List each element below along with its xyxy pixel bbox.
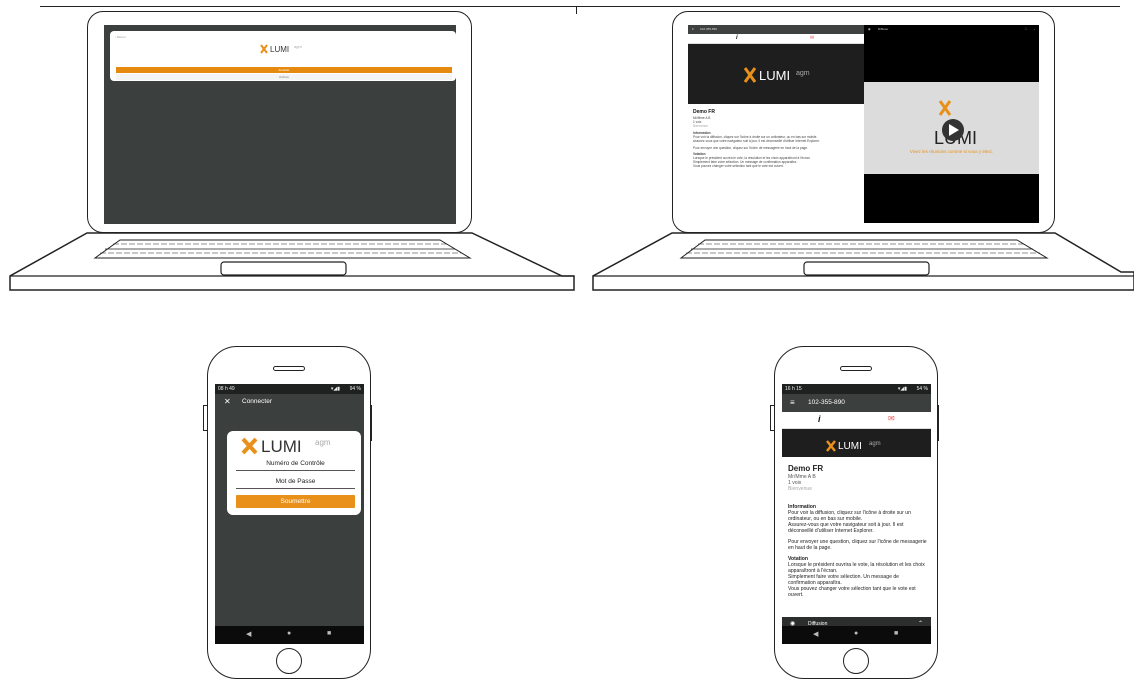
signal-icon: ▾◢▮ — [330, 386, 340, 392]
meeting-title: Demo FR — [788, 464, 824, 473]
phone-screen: 16 h 15 54 % ▾◢▮ ≡ 102-355-890 i ✉ LUMI … — [782, 384, 931, 644]
home-nav-icon[interactable]: ● — [854, 630, 858, 637]
status-bar: 08 h 49 94 % ▾◢▮ — [215, 384, 364, 394]
control-number-field[interactable]: Numéro de Contrôle — [236, 460, 355, 467]
info-icon[interactable]: i — [818, 414, 821, 424]
back-nav-icon[interactable]: ◀ — [813, 630, 818, 638]
password-field[interactable]: Mot de Passe — [236, 478, 355, 485]
home-nav-icon[interactable]: ● — [287, 630, 291, 637]
status-bar: 16 h 15 54 % ▾◢▮ — [782, 384, 931, 394]
lumi-banner: LUMI agm — [782, 429, 931, 457]
vote-text-3: Vous pouvez changer votre sélection tant… — [788, 586, 916, 598]
app-bar: ✕ Connecter — [215, 394, 364, 410]
meeting-info: Demo FR Mr/Mme A B 1 voix Bienvenue Info… — [782, 457, 931, 617]
recents-nav-icon[interactable]: ■ — [894, 630, 898, 637]
vote-text-1: Lorsque le président ouvrira le vote, la… — [788, 562, 925, 574]
app-bar-title: Connecter — [242, 398, 272, 405]
submit-button[interactable]: Soumettre — [236, 495, 355, 508]
home-button — [843, 648, 869, 674]
info-text-1: Pour voir la diffusion, cliquez sur l'ic… — [788, 510, 911, 522]
phone-speaker — [273, 366, 305, 371]
android-navbar: ◀ ● ■ — [215, 626, 364, 644]
info-text-2: Assurez-vous que votre navigateur soit à… — [788, 522, 904, 534]
field-underline — [236, 488, 355, 489]
logo-text: LUMI — [838, 441, 862, 452]
logo-suffix: agm — [869, 441, 881, 447]
recents-nav-icon[interactable]: ■ — [327, 630, 331, 637]
back-nav-icon[interactable]: ◀ — [246, 630, 251, 638]
menu-icon[interactable]: ≡ — [790, 394, 795, 412]
logo-text: LUMI — [261, 437, 302, 456]
close-icon[interactable]: ✕ — [224, 394, 231, 410]
laptop-base — [9, 232, 575, 291]
field-underline — [236, 470, 355, 471]
vote-text-2: Simplement faire votre sélection. Un mes… — [788, 574, 899, 586]
status-battery: 54 % — [916, 386, 928, 392]
meeting-id: 102-355-890 — [808, 399, 845, 406]
logo-suffix: agm — [315, 438, 331, 447]
app-bar: ≡ 102-355-890 — [782, 394, 931, 412]
home-button — [276, 648, 302, 674]
status-time: 08 h 49 — [218, 386, 235, 392]
status-battery: 94 % — [349, 386, 361, 392]
lumi-logo: LUMI agm — [241, 435, 351, 462]
android-navbar: ◀ ● ■ — [782, 626, 931, 644]
info-text-3: Pour envoyer une question, cliquez sur l… — [788, 539, 927, 551]
meeting-tabs: i ✉ — [782, 412, 931, 429]
chat-icon[interactable]: ✉ — [888, 414, 895, 423]
laptop-base — [592, 232, 1134, 291]
phone-speaker — [840, 366, 872, 371]
signal-icon: ▾◢▮ — [897, 386, 907, 392]
login-card: LUMI agm Numéro de Contrôle Mot de Passe… — [227, 431, 361, 515]
phone-screen: 08 h 49 94 % ▾◢▮ ✕ Connecter LUMI agm Nu… — [215, 384, 364, 644]
status-time: 16 h 15 — [785, 386, 802, 392]
